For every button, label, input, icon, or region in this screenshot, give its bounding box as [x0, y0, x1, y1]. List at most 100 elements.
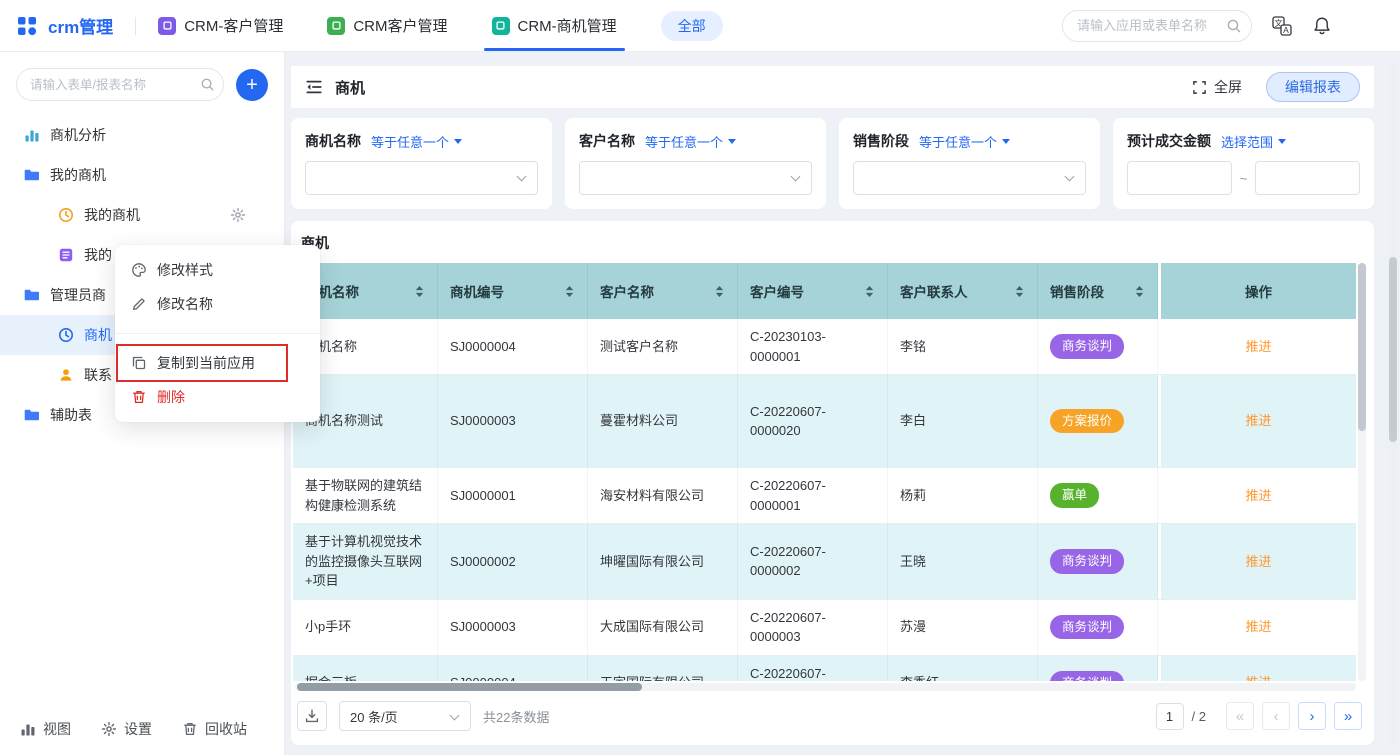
- column-label: 客户名称: [600, 281, 710, 301]
- advance-link[interactable]: 推进: [1245, 617, 1271, 637]
- table-row[interactable]: 小p手环SJ0000003大成国际有限公司C-20220607-0000003苏…: [293, 600, 1356, 656]
- prev-page-button[interactable]: ‹: [1262, 702, 1290, 730]
- sort-icon[interactable]: [564, 284, 575, 299]
- global-search-input[interactable]: [1062, 10, 1252, 42]
- tab-all[interactable]: 全部: [661, 11, 723, 41]
- svg-text:A: A: [1283, 25, 1289, 35]
- advance-link[interactable]: 推进: [1245, 337, 1271, 357]
- app-tab[interactable]: CRM客户管理: [327, 0, 447, 51]
- column-header[interactable]: 销售阶段: [1038, 263, 1158, 319]
- filter-operator-label: 等于任意一个: [371, 132, 449, 151]
- menu-item-label: 修改样式: [157, 260, 213, 280]
- sidebar-footer-trash[interactable]: 回收站: [182, 719, 247, 739]
- column-label: 商机编号: [450, 281, 560, 301]
- cell-stage: 赢单: [1038, 468, 1158, 523]
- filter-operator-dropdown[interactable]: 等于任意一个: [645, 132, 736, 151]
- column-header[interactable]: 客户编号: [738, 263, 888, 319]
- table-header: 商机名称商机编号客户名称客户编号客户联系人销售阶段操作: [293, 263, 1356, 319]
- report-header-actions: 全屏 编辑报表: [1192, 72, 1360, 102]
- filter-select[interactable]: [853, 161, 1086, 195]
- column-header[interactable]: 操作: [1158, 263, 1356, 319]
- translate-icon[interactable]: 文A: [1272, 16, 1292, 36]
- advance-link[interactable]: 推进: [1245, 411, 1271, 431]
- advance-link[interactable]: 推进: [1245, 486, 1271, 506]
- sidebar-footer-gear[interactable]: 设置: [101, 719, 152, 739]
- filter-operator-dropdown[interactable]: 选择范围: [1221, 132, 1286, 151]
- current-page-box[interactable]: 1: [1156, 703, 1184, 730]
- edit-report-button[interactable]: 编辑报表: [1266, 72, 1360, 102]
- first-page-button[interactable]: «: [1226, 702, 1254, 730]
- scrollbar-thumb[interactable]: [1389, 257, 1397, 442]
- user-avatar[interactable]: C: [1352, 10, 1384, 42]
- apps-grid-icon[interactable]: [16, 15, 38, 37]
- cell-customer-code: C-20220607-0000001: [738, 468, 888, 523]
- range-control: ~: [1127, 161, 1360, 195]
- table-row[interactable]: 商机名称测试SJ0000003蔓霍材料公司C-20220607-0000020李…: [293, 375, 1356, 468]
- filter-select[interactable]: [305, 161, 538, 195]
- filter-card: 客户名称等于任意一个: [565, 118, 826, 209]
- range-max-input[interactable]: [1255, 161, 1360, 195]
- topbar-left: crm管理 CRM-客户管理 CRM客户管理 CRM-商机管理 全部: [16, 0, 723, 51]
- download-button[interactable]: [297, 701, 327, 731]
- menu-item[interactable]: 修改样式: [115, 253, 320, 287]
- filter-operator-dropdown[interactable]: 等于任意一个: [371, 132, 462, 151]
- collapse-menu-icon[interactable]: [305, 78, 323, 96]
- global-search: [1062, 10, 1252, 42]
- table-row[interactable]: 基于计算机视觉技术的监控摄像头互联网+项目SJ0000002坤曜国际有限公司C-…: [293, 524, 1356, 600]
- table-row[interactable]: 掘金三板SJ0000004天宇国际有限公司C-20220607-0000004李…: [293, 656, 1356, 682]
- add-form-button[interactable]: +: [236, 69, 268, 101]
- sidebar-footer-label: 视图: [43, 719, 71, 739]
- advance-link[interactable]: 推进: [1245, 673, 1271, 681]
- cell-opportunity-name: 基于物联网的建筑结构健康检测系统: [293, 468, 438, 523]
- table-vertical-scrollbar[interactable]: [1358, 263, 1366, 681]
- range-separator: ~: [1240, 171, 1248, 186]
- sidebar-footer-label: 回收站: [205, 719, 247, 739]
- scrollbar-thumb[interactable]: [1358, 263, 1366, 431]
- app-tab[interactable]: CRM-客户管理: [158, 0, 283, 51]
- menu-item[interactable]: 修改名称: [115, 287, 320, 321]
- main: 商机 全屏 编辑报表 商机名称等于任意一个客户名称等于任意一个销售阶段等于任意一…: [285, 52, 1400, 755]
- filter-card: 预计成交金额选择范围~: [1113, 118, 1374, 209]
- column-header[interactable]: 商机编号: [438, 263, 588, 319]
- notifications-bell-icon[interactable]: [1312, 16, 1332, 36]
- table-row[interactable]: 基于物联网的建筑结构健康检测系统SJ0000001海安材料有限公司C-20220…: [293, 468, 1356, 524]
- sidebar-item[interactable]: 我的商机: [0, 195, 284, 235]
- column-header[interactable]: 客户名称: [588, 263, 738, 319]
- pagination: 1 / 2 « ‹ › »: [1156, 702, 1362, 730]
- filter-card: 销售阶段等于任意一个: [839, 118, 1100, 209]
- sidebar-footer-bar-chart[interactable]: 视图: [20, 719, 71, 739]
- table-row[interactable]: 商机名称SJ0000004测试客户名称C-20230103-0000001李铭商…: [293, 319, 1356, 375]
- menu-item[interactable]: 复制到当前应用: [115, 346, 320, 380]
- filter-head: 客户名称等于任意一个: [579, 131, 812, 151]
- table-horizontal-scrollbar[interactable]: [295, 683, 1356, 691]
- sidebar-item[interactable]: 我的商机: [0, 155, 284, 195]
- fullscreen-button[interactable]: 全屏: [1192, 77, 1242, 97]
- sort-icon[interactable]: [1014, 284, 1025, 299]
- form-search-input[interactable]: [16, 68, 224, 101]
- page-size-select[interactable]: 20 条/页: [339, 701, 471, 731]
- cell-customer-code: C-20230103-0000001: [738, 319, 888, 374]
- sort-icon[interactable]: [1134, 284, 1145, 299]
- sort-icon[interactable]: [414, 284, 425, 299]
- filter-select[interactable]: [579, 161, 812, 195]
- menu-item[interactable]: 删除: [115, 380, 320, 414]
- column-header[interactable]: 客户联系人: [888, 263, 1038, 319]
- page-scrollbar[interactable]: [1389, 62, 1397, 745]
- sidebar-item[interactable]: 商机分析: [0, 115, 284, 155]
- cell-stage: 商务谈判: [1038, 656, 1158, 682]
- cell-stage: 商务谈判: [1038, 600, 1158, 655]
- item-settings-icon[interactable]: [230, 207, 246, 223]
- last-page-button[interactable]: »: [1334, 702, 1362, 730]
- range-min-input[interactable]: [1127, 161, 1232, 195]
- advance-link[interactable]: 推进: [1245, 552, 1271, 572]
- filter-operator-dropdown[interactable]: 等于任意一个: [919, 132, 1010, 151]
- app-tab[interactable]: CRM-商机管理: [492, 0, 617, 51]
- sort-icon[interactable]: [864, 284, 875, 299]
- next-page-button[interactable]: ›: [1298, 702, 1326, 730]
- scrollbar-thumb[interactable]: [297, 683, 642, 691]
- fullscreen-label: 全屏: [1214, 77, 1242, 97]
- caret-down-icon: [1002, 139, 1010, 144]
- app-logo-text[interactable]: crm管理: [48, 13, 113, 38]
- cell-action: 推进: [1158, 319, 1356, 374]
- sort-icon[interactable]: [714, 284, 725, 299]
